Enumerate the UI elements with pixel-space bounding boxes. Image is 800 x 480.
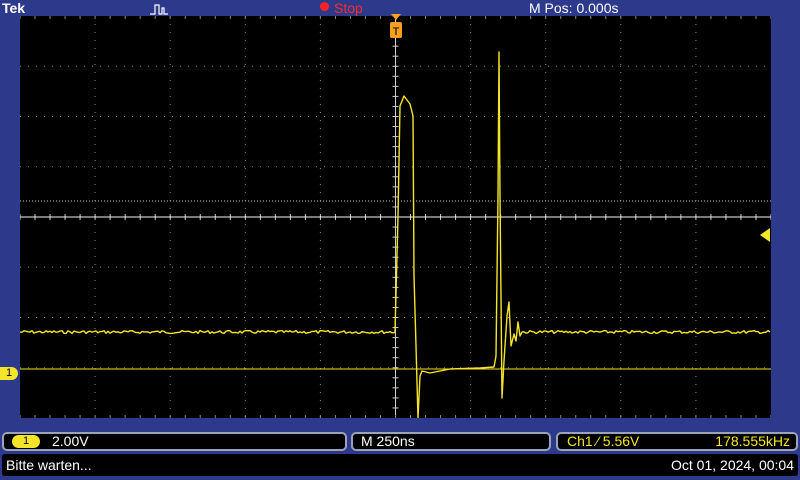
timebase: M 250ns <box>361 433 415 449</box>
trigger-position-label: T <box>393 26 400 38</box>
vertical-readout[interactable]: 1 2.00V <box>2 432 347 451</box>
horizontal-readout[interactable]: M 250ns <box>351 432 551 451</box>
trigger-position-icon[interactable]: T <box>389 14 403 40</box>
brand-label: Tek <box>2 0 26 16</box>
status-message: Bitte warten... <box>6 457 92 473</box>
status-bar: Bitte warten... Oct 01, 2024, 00:04 <box>2 454 798 476</box>
date-time: Oct 01, 2024, 00:04 <box>671 457 794 473</box>
graticule <box>19 15 772 419</box>
horizontal-position-readout: M Pos: 0.000s <box>529 0 619 16</box>
run-state-label[interactable]: Stop <box>334 0 363 16</box>
frequency-readout: 178.555kHz <box>715 433 790 449</box>
trigger-setting: Ch1 ⁄ 5.56V <box>567 433 640 449</box>
trigger-level-icon[interactable] <box>760 228 770 242</box>
channel-badge: 1 <box>12 435 40 448</box>
stop-indicator-icon <box>320 2 329 11</box>
channel-1-marker[interactable]: 1 <box>0 367 18 380</box>
trigger-readout[interactable]: Ch1 ⁄ 5.56V 178.555kHz <box>556 432 798 451</box>
vertical-scale: 2.00V <box>52 433 89 449</box>
waveform-display[interactable] <box>19 15 772 419</box>
